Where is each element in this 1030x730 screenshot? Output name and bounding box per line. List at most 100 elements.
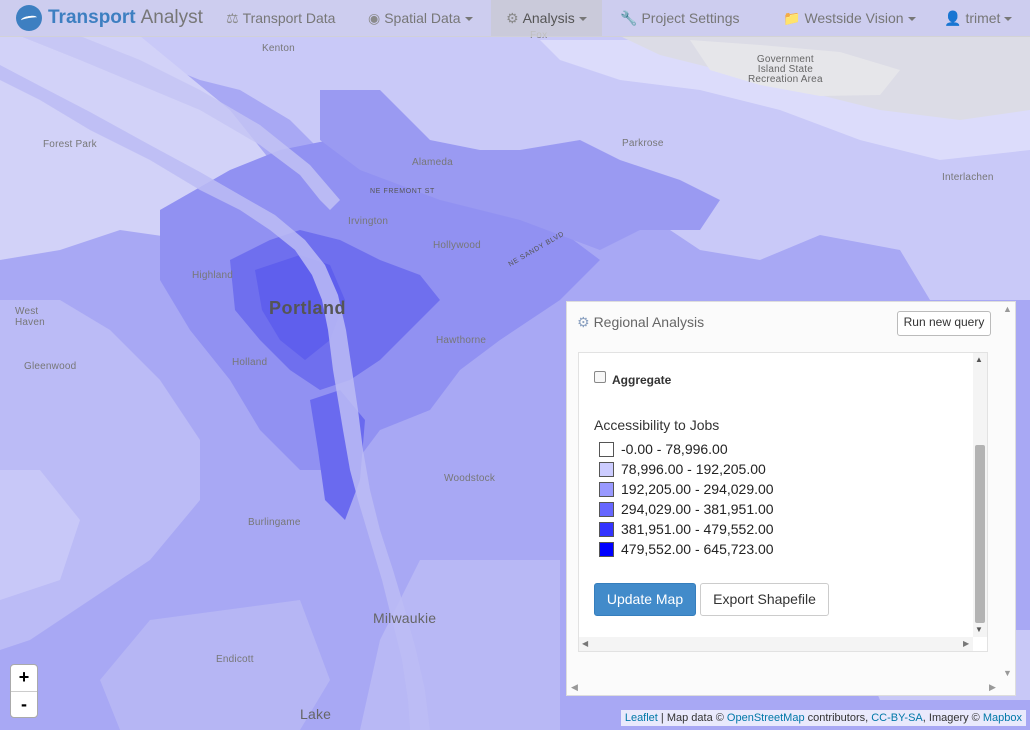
legend-swatch	[599, 541, 614, 557]
map-label-endicott: Endicott	[216, 654, 254, 665]
map-label-gleenwood: Gleenwood	[24, 361, 77, 372]
legend-item: 479,552.00 - 645,723.00	[599, 539, 774, 559]
nav-project-settings-label: Project Settings	[641, 10, 740, 26]
analysis-settings-scroll-area[interactable]: Aggregate Accessibility to Jobs -0.00 - …	[578, 352, 988, 652]
map-label-portland: Portland	[269, 298, 347, 318]
map-label-parkrose: Parkrose	[622, 138, 664, 149]
map-label-holland: Holland	[232, 357, 268, 368]
legend-range: 294,029.00 - 381,951.00	[621, 501, 774, 517]
attribution-contributors-text: contributors,	[804, 712, 872, 724]
nav-analysis-label: Analysis	[522, 10, 575, 26]
map-label-alameda: Alameda	[412, 157, 453, 168]
scroll-up-arrow-icon[interactable]: ▲	[975, 355, 983, 364]
legend: -0.00 - 78,996.00 78,996.00 - 192,205.00…	[599, 439, 774, 559]
legend-item: 294,029.00 - 381,951.00	[599, 499, 774, 519]
panel-scroll-up-arrow-icon[interactable]: ▲	[1003, 304, 1012, 314]
map-label-hollywood: Hollywood	[433, 240, 481, 251]
openstreetmap-link[interactable]: OpenStreetMap	[727, 712, 805, 724]
scroll-right-arrow-icon[interactable]: ▶	[963, 639, 969, 648]
nav-project-selector[interactable]: 📁 Westside Vision	[783, 0, 916, 36]
panel-header: ⚙ Regional Analysis Run new query	[567, 302, 1001, 342]
map-label-burlingame: Burlingame	[248, 517, 301, 528]
top-navbar: Transport Analyst ⚖ Transport Data ◉ Spati…	[0, 0, 1030, 37]
panel-scroll-down-arrow-icon[interactable]: ▼	[1003, 668, 1012, 678]
flask-icon: ⚖	[226, 10, 239, 26]
regional-analysis-panel: ⚙ Regional Analysis Run new query ▲ ▼ Agg…	[566, 301, 1016, 696]
panel-horizontal-scrollbar[interactable]: ◀ ▶	[567, 682, 1001, 694]
scroll-left-arrow-icon[interactable]: ◀	[571, 682, 578, 693]
legend-swatch	[599, 481, 614, 497]
scroll-left-arrow-icon[interactable]: ◀	[582, 639, 588, 648]
map-label-highland: Highland	[192, 270, 234, 281]
attribution-mapdata-text: | Map data ©	[657, 712, 727, 724]
legend-range: 381,951.00 - 479,552.00	[621, 521, 774, 537]
user-icon: 👤	[944, 10, 962, 26]
aggregate-label: Aggregate	[612, 373, 672, 387]
nav-analysis[interactable]: ⚙ Analysis	[491, 0, 602, 36]
map-label-lake: Lake	[300, 706, 332, 722]
aggregate-checkbox-row[interactable]: Aggregate	[594, 371, 672, 387]
scroll-down-arrow-icon[interactable]: ▼	[975, 625, 983, 634]
panel-title: ⚙ Regional Analysis	[577, 314, 704, 331]
update-map-button[interactable]: Update Map	[594, 583, 696, 616]
map-attribution: Leaflet | Map data © OpenStreetMap contr…	[620, 710, 1026, 726]
inner-horizontal-scrollbar[interactable]: ◀ ▶	[579, 637, 973, 651]
inner-vertical-scrollbar[interactable]: ▲ ▼	[973, 353, 987, 637]
map-label-government-island: Government Island State Recreation Area	[748, 54, 823, 85]
legend-title: Accessibility to Jobs	[594, 417, 720, 433]
legend-range: 479,552.00 - 645,723.00	[621, 541, 774, 557]
map-label-west-haven: West Haven	[15, 306, 45, 328]
nav-spatial-data[interactable]: ◉ Spatial Data	[368, 0, 473, 36]
legend-range: -0.00 - 78,996.00	[621, 441, 728, 457]
export-shapefile-button[interactable]: Export Shapefile	[700, 583, 829, 616]
map-label-kenton: Kenton	[262, 43, 295, 54]
legend-item: 78,996.00 - 192,205.00	[599, 459, 774, 479]
globe-icon: ◉	[368, 10, 381, 26]
map-label-fremont: NE FREMONT ST	[370, 188, 435, 195]
nav-transport-data-label: Transport Data	[242, 10, 336, 26]
legend-item: 192,205.00 - 294,029.00	[599, 479, 774, 499]
legend-swatch	[599, 501, 614, 517]
gear-icon: ⚙	[577, 314, 590, 330]
legend-range: 192,205.00 - 294,029.00	[621, 481, 774, 497]
map-label-hawthorne: Hawthorne	[436, 335, 487, 346]
legend-range: 78,996.00 - 192,205.00	[621, 461, 766, 477]
legend-swatch	[599, 441, 614, 457]
zoom-out-button[interactable]: -	[11, 692, 37, 718]
folder-icon: 📁	[783, 10, 801, 26]
leaflet-link[interactable]: Leaflet	[625, 712, 658, 724]
zoom-in-button[interactable]: +	[11, 665, 37, 692]
map-label-interlachen: Interlachen	[942, 172, 994, 183]
chevron-down-icon	[464, 17, 473, 22]
scroll-right-arrow-icon[interactable]: ▶	[989, 682, 996, 693]
transport-analyst-logo-icon	[16, 5, 42, 31]
run-new-query-button[interactable]: Run new query	[897, 311, 991, 336]
nav-project-selector-label: Westside Vision	[804, 10, 904, 26]
chevron-down-icon	[907, 17, 916, 22]
cc-by-sa-link[interactable]: CC-BY-SA	[871, 712, 923, 724]
brand-logo-link[interactable]: Transport Analyst	[16, 4, 203, 32]
mapbox-link[interactable]: Mapbox	[983, 712, 1022, 724]
nav-project-settings[interactable]: 🔧 Project Settings	[620, 0, 740, 36]
panel-title-text: Regional Analysis	[593, 314, 705, 330]
nav-transport-data[interactable]: ⚖ Transport Data	[226, 0, 335, 36]
attribution-imagery-text: , Imagery ©	[922, 712, 983, 724]
legend-swatch	[599, 521, 614, 537]
legend-item: -0.00 - 78,996.00	[599, 439, 774, 459]
brand-name-part2: Analyst	[140, 7, 203, 28]
nav-user-menu[interactable]: 👤 trimet	[944, 0, 1013, 36]
legend-item: 381,951.00 - 479,552.00	[599, 519, 774, 539]
map-label-irvington: Irvington	[348, 216, 389, 227]
brand-name-part1: Transport	[48, 7, 136, 28]
zoom-control: + -	[10, 664, 38, 718]
legend-swatch	[599, 461, 614, 477]
chevron-down-icon	[578, 17, 587, 22]
map-label-woodstock: Woodstock	[444, 473, 496, 484]
scrollbar-thumb[interactable]	[975, 445, 985, 623]
aggregate-checkbox[interactable]	[594, 371, 606, 383]
map-label-milwaukie: Milwaukie	[373, 610, 437, 626]
nav-user-menu-label: trimet	[965, 10, 1001, 26]
gear-icon: ⚙	[506, 10, 519, 26]
nav-spatial-data-label: Spatial Data	[384, 10, 461, 26]
wrench-icon: 🔧	[620, 10, 638, 26]
